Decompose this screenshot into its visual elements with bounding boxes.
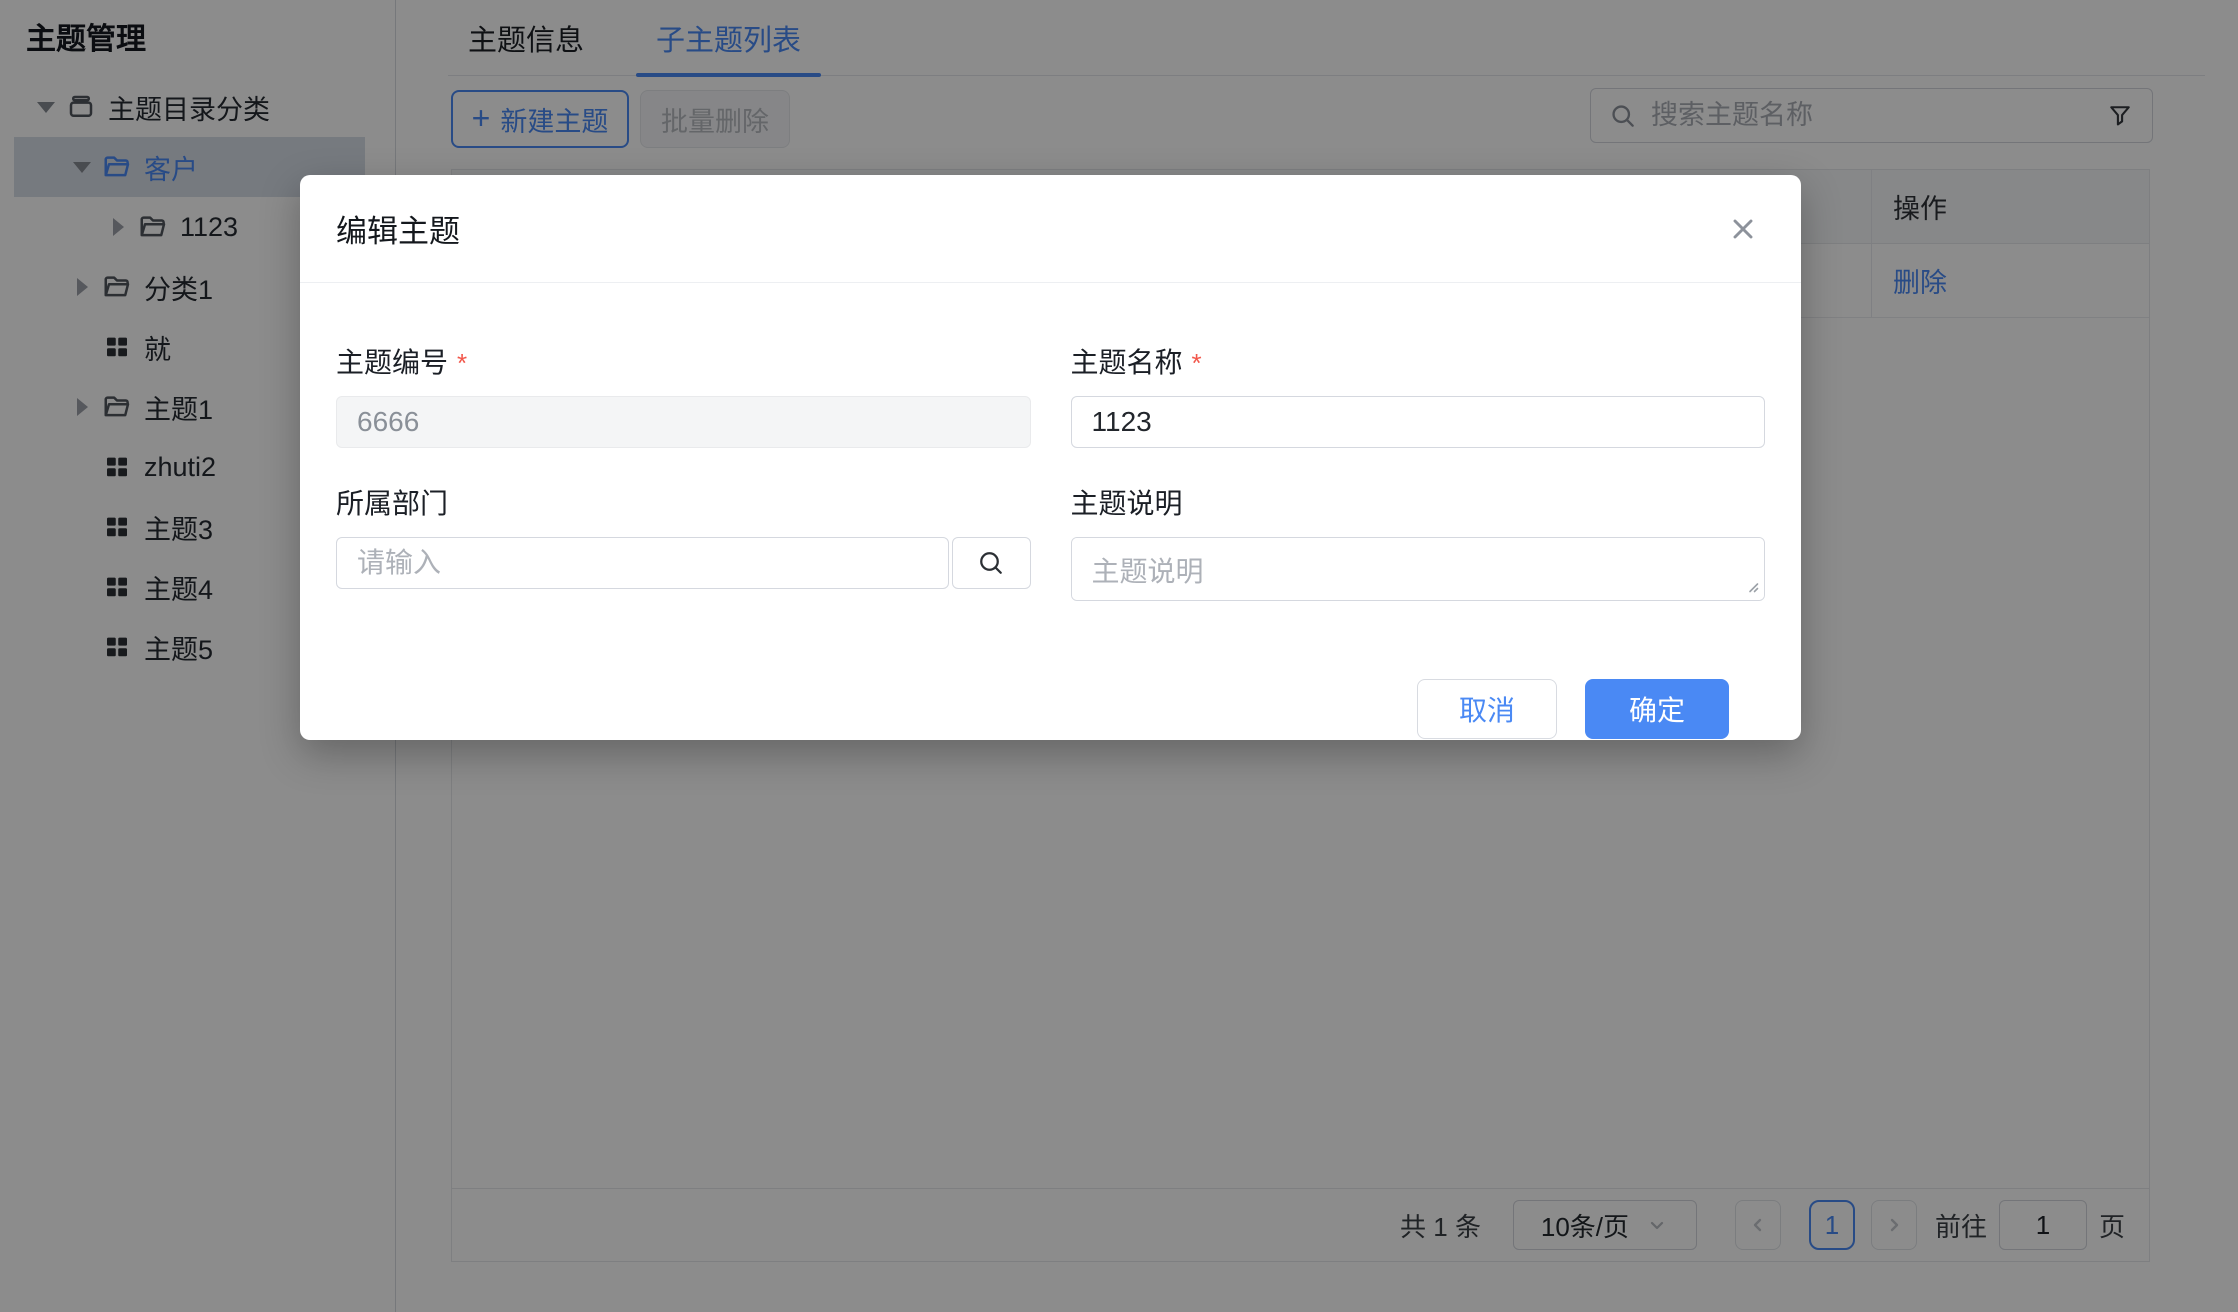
dialog-title: 编辑主题 xyxy=(336,206,460,251)
confirm-button[interactable]: 确定 xyxy=(1585,679,1729,739)
edit-topic-dialog: 编辑主题 主题编号 * 主题名称 * 所 xyxy=(300,175,1801,740)
topic-desc-textarea[interactable] xyxy=(1071,537,1766,601)
topic-name-label: 主题名称 xyxy=(1071,341,1183,381)
topic-code-field: 主题编号 * xyxy=(336,341,1031,448)
close-icon xyxy=(1727,213,1759,245)
field-label: 主题名称 * xyxy=(1071,341,1766,381)
department-search-button[interactable] xyxy=(952,537,1031,589)
field-label: 主题说明 xyxy=(1071,482,1766,522)
dialog-header: 编辑主题 xyxy=(300,175,1801,283)
department-input[interactable] xyxy=(336,537,949,589)
topic-code-label: 主题编号 xyxy=(336,341,448,381)
dialog-footer: 取消 确定 xyxy=(336,601,1765,739)
field-label: 所属部门 xyxy=(336,482,1031,522)
topic-desc-label: 主题说明 xyxy=(1071,482,1183,522)
department-label: 所属部门 xyxy=(336,482,448,522)
search-icon xyxy=(976,548,1006,578)
required-mark: * xyxy=(457,348,467,379)
department-field: 所属部门 xyxy=(336,482,1031,601)
topic-desc-field: 主题说明 xyxy=(1071,482,1766,601)
cancel-button[interactable]: 取消 xyxy=(1417,679,1557,739)
required-mark: * xyxy=(1192,348,1202,379)
topic-name-field: 主题名称 * xyxy=(1071,341,1766,448)
topic-code-input xyxy=(336,396,1031,448)
dialog-body: 主题编号 * 主题名称 * 所属部门 xyxy=(300,283,1801,739)
field-label: 主题编号 * xyxy=(336,341,1031,381)
close-button[interactable] xyxy=(1725,211,1761,247)
topic-name-input[interactable] xyxy=(1071,396,1766,448)
